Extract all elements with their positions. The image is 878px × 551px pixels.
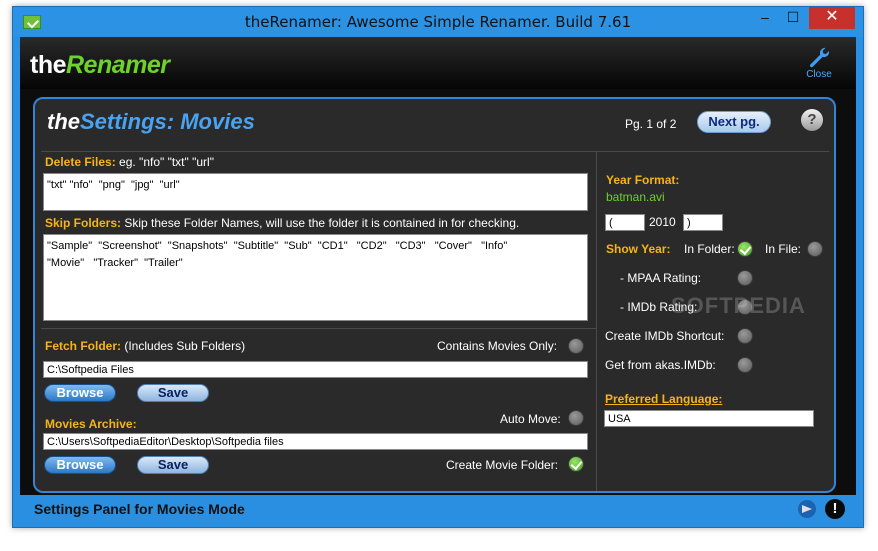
fetch-folder-input[interactable]: C:\Softpedia Files bbox=[43, 361, 588, 378]
archive-browse-button[interactable]: Browse bbox=[44, 456, 116, 474]
archive-save-button[interactable]: Save bbox=[137, 456, 209, 474]
imdb-shortcut-label: Create IMDb Shortcut: bbox=[605, 329, 725, 343]
divider bbox=[596, 151, 597, 491]
fetch-folder-label: Fetch Folder: (Includes Sub Folders) bbox=[45, 339, 246, 353]
app-window: theRenamer: Awesome Simple Renamer. Buil… bbox=[12, 6, 864, 528]
status-bar: Settings Panel for Movies Mode ! bbox=[20, 495, 856, 523]
in-file-toggle[interactable] bbox=[807, 241, 823, 257]
page-indicator: Pg. 1 of 2 bbox=[625, 117, 677, 131]
title-bar[interactable]: theRenamer: Awesome Simple Renamer. Buil… bbox=[13, 7, 863, 37]
fetch-browse-button[interactable]: Browse bbox=[44, 384, 116, 402]
contains-movies-only-label: Contains Movies Only: bbox=[437, 339, 558, 353]
in-folder-label: In Folder: bbox=[684, 242, 735, 256]
close-label: Close bbox=[806, 69, 832, 80]
window-title: theRenamer: Awesome Simple Renamer. Buil… bbox=[244, 13, 632, 31]
skip-folders-label: Skip Folders: Skip these Folder Names, w… bbox=[45, 216, 520, 230]
app-header: theRenamer Close bbox=[20, 37, 856, 89]
in-folder-toggle[interactable] bbox=[737, 241, 753, 257]
close-window-button[interactable]: ✕ bbox=[809, 7, 855, 29]
contains-movies-only-toggle[interactable] bbox=[568, 338, 584, 354]
year-suffix-input[interactable]: ) bbox=[683, 214, 723, 231]
preferred-language-label: Preferred Language: bbox=[605, 392, 723, 406]
help-icon[interactable]: ? bbox=[801, 109, 823, 131]
minimize-button[interactable]: – bbox=[751, 7, 779, 29]
akas-imdb-label: Get from akas.IMDb: bbox=[605, 358, 716, 372]
year-format-example: batman.avi bbox=[606, 190, 665, 204]
divider bbox=[41, 328, 597, 329]
skip-folders-input[interactable]: "Sample" "Screenshot" "Snapshots" "Subti… bbox=[43, 234, 588, 321]
app-client: theRenamer Close theSettings: Movies Pg.… bbox=[20, 37, 856, 523]
delete-files-label: Delete Files: eg. "nfo" "txt" "url" bbox=[45, 155, 214, 169]
auto-move-label: Auto Move: bbox=[500, 412, 561, 426]
app-logo: theRenamer bbox=[30, 51, 170, 79]
year-value: 2010 bbox=[649, 215, 676, 229]
warning-icon[interactable]: ! bbox=[825, 499, 845, 519]
akas-imdb-toggle[interactable] bbox=[737, 357, 753, 373]
year-format-label: Year Format: bbox=[606, 173, 680, 187]
arrow-right-icon[interactable] bbox=[798, 500, 816, 518]
movies-archive-input[interactable]: C:\Users\SoftpediaEditor\Desktop\Softped… bbox=[43, 433, 588, 450]
softpedia-watermark: SOFTPEDIA bbox=[671, 293, 806, 318]
preferred-language-input[interactable]: USA bbox=[604, 410, 814, 427]
next-page-button[interactable]: Next pg. bbox=[697, 111, 771, 133]
imdb-shortcut-toggle[interactable] bbox=[737, 328, 753, 344]
status-text: Settings Panel for Movies Mode bbox=[34, 501, 245, 517]
close-settings-button[interactable]: Close bbox=[799, 45, 839, 80]
mpaa-rating-toggle[interactable] bbox=[737, 270, 753, 286]
auto-move-toggle[interactable] bbox=[568, 410, 584, 426]
panel-title: theSettings: Movies bbox=[47, 109, 255, 134]
show-year-label: Show Year: bbox=[606, 242, 671, 256]
delete-files-input[interactable]: "txt" "nfo" "png" "jpg" "url" bbox=[43, 173, 588, 211]
fetch-save-button[interactable]: Save bbox=[137, 384, 209, 402]
maximize-button[interactable]: ☐ bbox=[779, 7, 807, 29]
in-file-label: In File: bbox=[765, 242, 802, 256]
divider bbox=[41, 151, 829, 152]
create-movie-folder-toggle[interactable] bbox=[568, 456, 584, 472]
year-prefix-input[interactable]: ( bbox=[605, 214, 645, 231]
mpaa-rating-label: - MPAA Rating: bbox=[620, 271, 702, 285]
wrench-icon bbox=[810, 47, 830, 68]
create-movie-folder-label: Create Movie Folder: bbox=[446, 458, 559, 472]
movies-archive-label: Movies Archive: bbox=[45, 417, 137, 431]
